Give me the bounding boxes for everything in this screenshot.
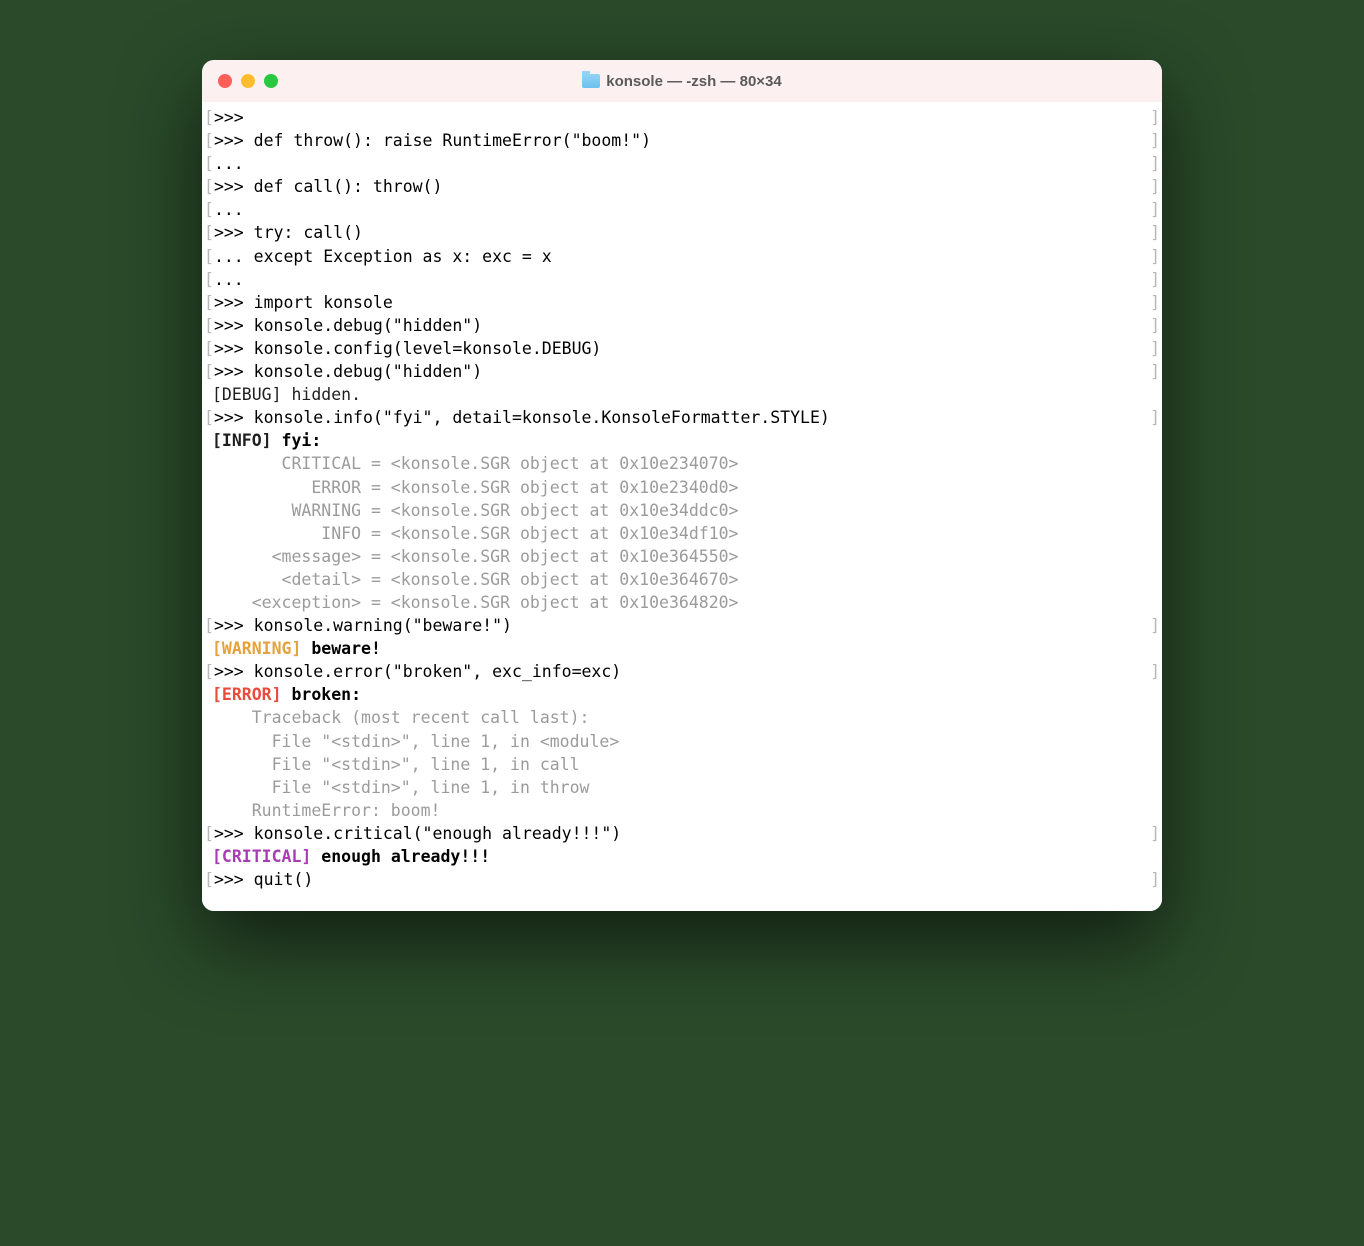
code-text: def throw(): raise RuntimeError("boom!") xyxy=(244,129,651,152)
terminal-line: [...] xyxy=(202,268,1162,291)
traceback-text: RuntimeError: boom! xyxy=(212,799,440,822)
traceback-row: File "<stdin>", line 1, in throw xyxy=(202,776,1162,799)
title-center: konsole — -zsh — 80×34 xyxy=(202,73,1162,90)
terminal-line: [>>> import konsole] xyxy=(202,291,1162,314)
terminal-line: [>>> konsole.config(level=konsole.DEBUG)… xyxy=(202,337,1162,360)
code-text: konsole.info("fyi", detail=konsole.Konso… xyxy=(244,406,830,429)
code-text: konsole.debug("hidden") xyxy=(244,360,482,383)
traffic-lights xyxy=(218,74,278,88)
warning-tag: [WARNING] xyxy=(212,637,301,660)
traceback-text: File "<stdin>", line 1, in throw xyxy=(212,776,590,799)
terminal-line: [>>> quit()] xyxy=(202,868,1162,891)
style-row: <message> = <konsole.SGR object at 0x10e… xyxy=(202,545,1162,568)
traceback-text: File "<stdin>", line 1, in <module> xyxy=(212,730,619,753)
prompt: >>> xyxy=(214,106,244,129)
log-debug: [DEBUG] hidden. xyxy=(202,383,1162,406)
terminal-line: [>>> konsole.debug("hidden")] xyxy=(202,314,1162,337)
style-detail: CRITICAL = <konsole.SGR object at 0x10e2… xyxy=(212,452,739,475)
terminal-body[interactable]: [>>>] [>>> def throw(): raise RuntimeErr… xyxy=(202,102,1162,911)
terminal-line: [>>> def call(): throw()] xyxy=(202,175,1162,198)
terminal-line: [...] xyxy=(202,198,1162,221)
terminal-line: [>>> def throw(): raise RuntimeError("bo… xyxy=(202,129,1162,152)
log-info: [INFO] fyi: xyxy=(202,429,1162,452)
code-text: except Exception as x: exc = x xyxy=(244,245,552,268)
style-row: <exception> = <konsole.SGR object at 0x1… xyxy=(202,591,1162,614)
terminal-line: [>>>] xyxy=(202,106,1162,129)
terminal-line: [>>> try: call()] xyxy=(202,221,1162,244)
traceback-text: File "<stdin>", line 1, in call xyxy=(212,753,580,776)
style-row: <detail> = <konsole.SGR object at 0x10e3… xyxy=(202,568,1162,591)
code-text: try: call() xyxy=(244,221,363,244)
terminal-line: [>>> konsole.critical("enough already!!!… xyxy=(202,822,1162,845)
code-text: konsole.config(level=konsole.DEBUG) xyxy=(244,337,602,360)
traceback-row: File "<stdin>", line 1, in call xyxy=(202,753,1162,776)
code-text: konsole.debug("hidden") xyxy=(244,314,482,337)
error-message: broken: xyxy=(282,683,361,706)
style-detail: <detail> = <konsole.SGR object at 0x10e3… xyxy=(212,568,739,591)
terminal-line: [...] xyxy=(202,152,1162,175)
terminal-line: [>>> konsole.error("broken", exc_info=ex… xyxy=(202,660,1162,683)
critical-message: enough already!!! xyxy=(311,845,490,868)
terminal-line: [>>> konsole.warning("beware!")] xyxy=(202,614,1162,637)
style-row: CRITICAL = <konsole.SGR object at 0x10e2… xyxy=(202,452,1162,475)
fullscreen-button[interactable] xyxy=(264,74,278,88)
terminal-line: [>>> konsole.debug("hidden")] xyxy=(202,360,1162,383)
style-detail: INFO = <konsole.SGR object at 0x10e34df1… xyxy=(212,522,739,545)
error-tag: [ERROR] xyxy=(212,683,282,706)
code-text: quit() xyxy=(244,868,314,891)
style-row: INFO = <konsole.SGR object at 0x10e34df1… xyxy=(202,522,1162,545)
critical-tag: [CRITICAL] xyxy=(212,845,311,868)
traceback-row: File "<stdin>", line 1, in <module> xyxy=(202,730,1162,753)
info-message: fyi: xyxy=(272,429,322,452)
warning-message: beware! xyxy=(301,637,380,660)
bracket-left: [ xyxy=(204,106,214,129)
terminal-window: konsole — -zsh — 80×34 [>>>] [>>> def th… xyxy=(202,60,1162,911)
terminal-line: [... except Exception as x: exc = x] xyxy=(202,245,1162,268)
style-detail: WARNING = <konsole.SGR object at 0x10e34… xyxy=(212,499,739,522)
traceback-row: RuntimeError: boom! xyxy=(202,799,1162,822)
style-row: ERROR = <konsole.SGR object at 0x10e2340… xyxy=(202,476,1162,499)
terminal-line: [>>> konsole.info("fyi", detail=konsole.… xyxy=(202,406,1162,429)
debug-text: [DEBUG] hidden. xyxy=(212,383,361,406)
close-button[interactable] xyxy=(218,74,232,88)
code-text: konsole.warning("beware!") xyxy=(244,614,512,637)
log-critical: [CRITICAL] enough already!!! xyxy=(202,845,1162,868)
code-text: import konsole xyxy=(244,291,393,314)
code-text: konsole.critical("enough already!!!") xyxy=(244,822,622,845)
code-text: def call(): throw() xyxy=(244,175,443,198)
log-error: [ERROR] broken: xyxy=(202,683,1162,706)
style-detail: ERROR = <konsole.SGR object at 0x10e2340… xyxy=(212,476,739,499)
code-text: konsole.error("broken", exc_info=exc) xyxy=(244,660,622,683)
folder-icon xyxy=(582,74,600,88)
style-row: WARNING = <konsole.SGR object at 0x10e34… xyxy=(202,499,1162,522)
info-tag: [INFO] xyxy=(212,429,272,452)
traceback-row: Traceback (most recent call last): xyxy=(202,706,1162,729)
style-detail: <message> = <konsole.SGR object at 0x10e… xyxy=(212,545,739,568)
bracket-right: ] xyxy=(1150,106,1160,129)
minimize-button[interactable] xyxy=(241,74,255,88)
traceback-text: Traceback (most recent call last): xyxy=(212,706,590,729)
log-warning: [WARNING] beware! xyxy=(202,637,1162,660)
style-detail: <exception> = <konsole.SGR object at 0x1… xyxy=(212,591,739,614)
titlebar: konsole — -zsh — 80×34 xyxy=(202,60,1162,102)
window-title: konsole — -zsh — 80×34 xyxy=(606,73,781,90)
